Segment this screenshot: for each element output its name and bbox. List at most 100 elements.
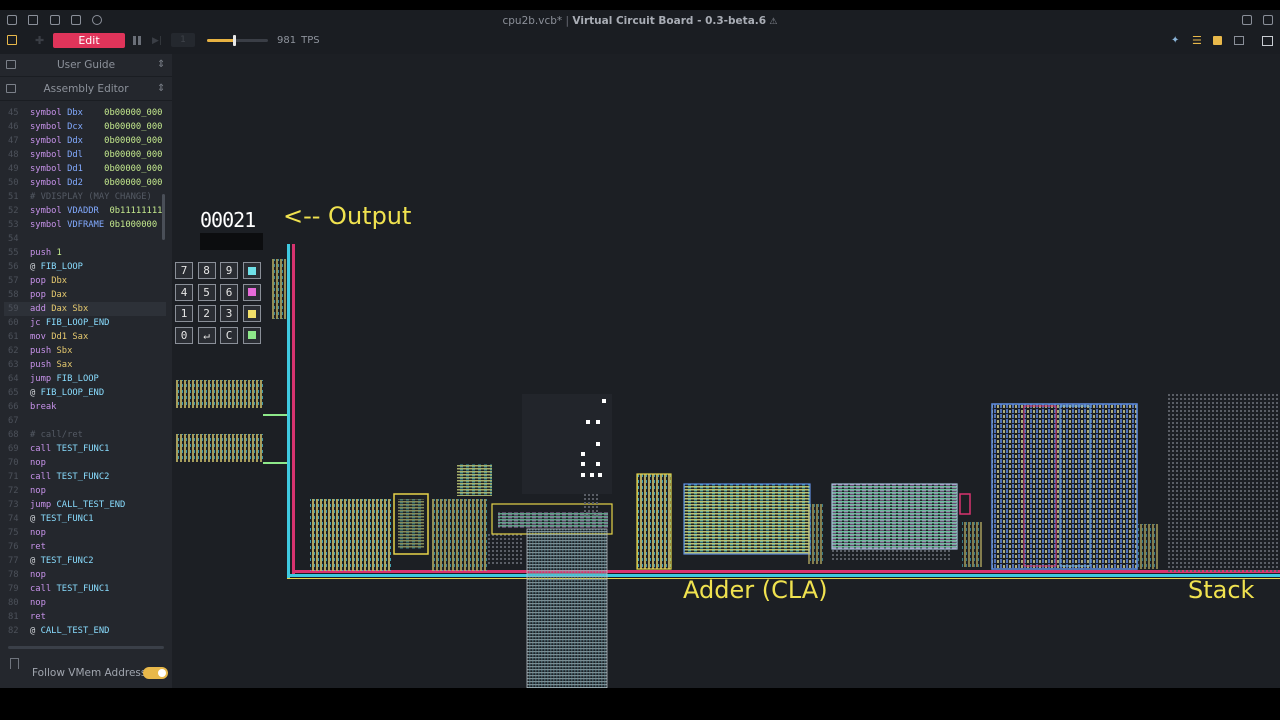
line-number: 81	[8, 612, 19, 622]
code-line[interactable]: 78 nop	[4, 568, 166, 582]
code-line[interactable]: 48 symbol Ddl 0b00000_000	[4, 148, 166, 162]
keypad-color-key[interactable]	[242, 262, 261, 279]
keypad-key[interactable]: 1	[175, 305, 193, 322]
keypad-key[interactable]: 9	[220, 262, 238, 279]
crosshair-icon[interactable]: ✚	[35, 34, 44, 47]
code-line[interactable]: 80 nop	[4, 596, 166, 610]
expand-icon[interactable]: ⇕	[157, 60, 167, 70]
keypad-key[interactable]: 4	[175, 283, 193, 301]
code-line[interactable]: 62 push Sbx	[4, 344, 166, 358]
step-count-field[interactable]: 1	[171, 33, 195, 47]
code-token: FIB_LOOP_END	[45, 318, 110, 328]
circuit-canvas[interactable]: 00021 <-- Output Adder (CLA) Stack 789 45…	[172, 54, 1280, 688]
code-token: jc	[30, 318, 46, 328]
line-number: 48	[8, 150, 19, 160]
code-line[interactable]: 49 symbol Dd1 0b00000_000	[4, 162, 166, 176]
panel-icon[interactable]	[1234, 36, 1244, 45]
keypad-color-key[interactable]	[242, 326, 261, 344]
speed-slider-knob[interactable]	[233, 35, 237, 46]
keypad-color-key[interactable]	[242, 283, 261, 301]
code-token: @	[30, 556, 41, 566]
code-line[interactable]: 61 mov Dd1 Sax	[4, 330, 166, 344]
editor-vertical-scrollbar[interactable]	[162, 194, 165, 240]
tps-unit: TPS	[301, 35, 320, 46]
code-line[interactable]: 46 symbol Dcx 0b00000_000	[4, 120, 166, 134]
code-line[interactable]: 65 @ FIB_LOOP_END	[4, 386, 166, 400]
code-line[interactable]: 55 push 1	[4, 246, 166, 260]
keypad-color-key[interactable]	[242, 305, 261, 322]
editor-horizontal-scrollbar[interactable]	[8, 646, 164, 649]
code-line[interactable]: 81 ret	[4, 610, 166, 624]
code-token: ret	[30, 612, 46, 622]
code-line[interactable]: 53 symbol VDFRAME 0b1000000	[4, 218, 166, 232]
code-line[interactable]: 52 symbol VDADDR 0b11111111	[4, 204, 166, 218]
code-token: nop	[30, 486, 46, 496]
keypad-key[interactable]: 8	[197, 262, 216, 279]
bookmark-icon[interactable]	[10, 658, 19, 669]
code-line[interactable]: 75 nop	[4, 526, 166, 540]
code-line[interactable]: 71 call TEST_FUNC2	[4, 470, 166, 484]
keypad-key[interactable]: 2	[197, 305, 216, 322]
code-token: @	[30, 388, 41, 398]
code-line[interactable]: 60 jc FIB_LOOP_END	[4, 316, 166, 330]
code-line[interactable]: 74 @ TEST_FUNC1	[4, 512, 166, 526]
line-number: 61	[8, 332, 19, 342]
code-line[interactable]: 50 symbol Dd2 0b00000_000	[4, 176, 166, 190]
code-line[interactable]: 82 @ CALL_TEST_END	[4, 624, 166, 638]
sidebar-right-icon[interactable]	[1262, 36, 1273, 46]
code-line[interactable]: 56 @ FIB_LOOP	[4, 260, 166, 274]
layers-icon[interactable]: ☰	[1192, 34, 1202, 47]
code-line[interactable]: 70 nop	[4, 456, 166, 470]
code-token: Sbx	[56, 346, 73, 356]
code-line[interactable]: 69 call TEST_FUNC1	[4, 442, 166, 456]
code-line[interactable]: 51 # VDISPLAY (MAY CHANGE)	[4, 190, 166, 204]
step-forward-icon[interactable]: ▶|	[152, 36, 162, 46]
code-token: FIB_LOOP_END	[40, 388, 105, 398]
code-line[interactable]: 54	[4, 232, 166, 246]
code-line[interactable]: 63 push Sax	[4, 358, 166, 372]
code-line[interactable]: 73 jump CALL_TEST_END	[4, 498, 166, 512]
code-line[interactable]: 45 symbol Dbx 0b00000_000	[4, 106, 166, 120]
code-line[interactable]: 68 # call/ret	[4, 428, 166, 442]
code-line[interactable]: 58 pop Dax	[4, 288, 166, 302]
mode-indicator-icon[interactable]	[7, 35, 17, 45]
speed-slider-fill	[207, 39, 235, 42]
code-line[interactable]: 77 @ TEST_FUNC2	[4, 554, 166, 568]
keypad-key[interactable]: 6	[220, 283, 238, 301]
select-tool-icon[interactable]: ✦	[1171, 35, 1179, 46]
line-number: 82	[8, 626, 19, 636]
edit-mode-button[interactable]: Edit	[53, 33, 125, 48]
code-line[interactable]: 67	[4, 414, 166, 428]
keypad-key[interactable]: 3	[220, 305, 238, 322]
keypad-key[interactable]: 7	[175, 262, 193, 279]
code-token: call	[30, 444, 57, 454]
follow-vmem-toggle[interactable]	[143, 667, 168, 679]
pause-icon[interactable]	[133, 36, 141, 45]
code-line[interactable]: 47 symbol Ddx 0b00000_000	[4, 134, 166, 148]
keypad-key[interactable]: C	[220, 326, 238, 344]
line-number: 66	[8, 402, 19, 412]
window-layout-icon[interactable]	[1242, 15, 1252, 25]
code-line[interactable]: 59 add Dax Sbx	[4, 302, 166, 316]
code-line[interactable]: 64 jump FIB_LOOP	[4, 372, 166, 386]
chip-icon[interactable]	[1213, 36, 1222, 45]
code-token: 1	[56, 248, 62, 258]
code-line[interactable]: 72 nop	[4, 484, 166, 498]
code-line[interactable]: 66 break	[4, 400, 166, 414]
keypad-key[interactable]: ↵	[197, 326, 216, 344]
line-number: 79	[8, 584, 19, 594]
window-split-icon[interactable]	[1263, 15, 1273, 25]
code-line[interactable]: 57 pop Dbx	[4, 274, 166, 288]
code-token: nop	[30, 528, 46, 538]
keypad-key[interactable]: 5	[197, 283, 216, 301]
assembly-code-editor[interactable]: 45 symbol Dbx 0b00000_000 46 symbol Dcx 0b0…	[4, 106, 166, 638]
line-number: 54	[8, 234, 19, 244]
line-number: 49	[8, 164, 19, 174]
code-line[interactable]: 79 call TEST_FUNC1	[4, 582, 166, 596]
code-line[interactable]: 76 ret	[4, 540, 166, 554]
keypad-key[interactable]: 0	[175, 326, 193, 344]
panel-user-guide[interactable]: User Guide ⇕	[0, 54, 172, 77]
panel-assembly-editor[interactable]: Assembly Editor ⇕	[0, 78, 172, 101]
speed-slider[interactable]	[207, 35, 268, 46]
expand-icon[interactable]: ⇕	[157, 84, 167, 94]
